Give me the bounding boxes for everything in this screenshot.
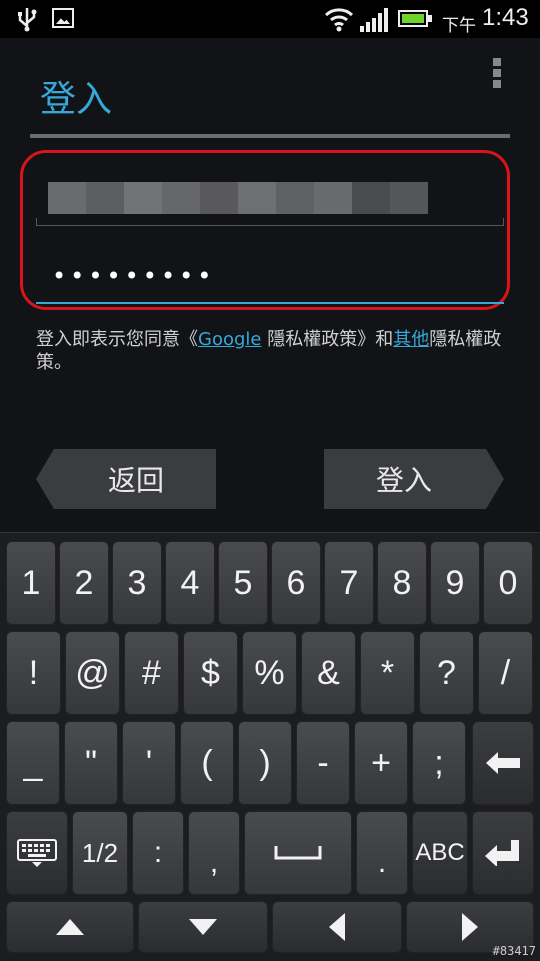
key-row1-9[interactable]: 0 xyxy=(483,541,533,625)
key-row3-3[interactable]: ( xyxy=(180,721,234,805)
key-row2-1[interactable]: @ xyxy=(65,631,120,715)
key-row1-5[interactable]: 6 xyxy=(271,541,321,625)
backspace-icon xyxy=(486,752,520,774)
key-row2-3[interactable]: $ xyxy=(183,631,238,715)
space-icon xyxy=(274,846,322,860)
terms-text: 登入即表示您同意《Google 隱私權政策》和其他隱私權政策。 xyxy=(36,329,502,373)
key-row1-3[interactable]: 4 xyxy=(165,541,215,625)
signal-strength-icon xyxy=(360,8,388,32)
usb-icon xyxy=(18,8,37,32)
abc-key[interactable]: ABC xyxy=(412,811,468,895)
enter-icon xyxy=(485,840,519,866)
comma-key[interactable]: , xyxy=(188,811,240,895)
key-row2-2[interactable]: # xyxy=(124,631,179,715)
key-row3-4[interactable]: ) xyxy=(238,721,292,805)
enter-key[interactable] xyxy=(472,811,534,895)
keyboard-hide-key[interactable] xyxy=(6,811,68,895)
key-row1-6[interactable]: 7 xyxy=(324,541,374,625)
image-notification-icon xyxy=(52,8,74,28)
space-key[interactable] xyxy=(244,811,352,895)
key-row2-4[interactable]: % xyxy=(242,631,297,715)
arrow-left-icon xyxy=(329,913,345,941)
password-field[interactable]: ••••••••• xyxy=(36,248,504,304)
arrow-down-key[interactable] xyxy=(138,901,268,953)
email-value-redacted xyxy=(48,182,428,214)
battery-icon xyxy=(398,10,432,27)
half-page-key[interactable]: 1/2 xyxy=(72,811,128,895)
key-row3-1[interactable]: " xyxy=(64,721,118,805)
watermark: #83417 xyxy=(492,944,536,958)
key-row2-7[interactable]: ? xyxy=(419,631,474,715)
password-value: ••••••••• xyxy=(52,262,216,290)
page-title: 登入 xyxy=(40,79,113,120)
keyboard-icon xyxy=(17,839,57,867)
status-bar: 下午 1:43 xyxy=(0,0,540,38)
arrow-down-icon xyxy=(189,919,217,935)
key-row3-0[interactable]: _ xyxy=(6,721,60,805)
backspace-key[interactable] xyxy=(472,721,534,805)
key-row2-6[interactable]: * xyxy=(360,631,415,715)
key-row3-2[interactable]: ' xyxy=(122,721,176,805)
email-field[interactable] xyxy=(36,170,504,226)
key-row1-7[interactable]: 8 xyxy=(377,541,427,625)
key-row3-6[interactable]: + xyxy=(354,721,408,805)
key-row1-1[interactable]: 2 xyxy=(59,541,109,625)
signin-button[interactable]: 登入 xyxy=(324,449,504,509)
back-button[interactable]: 返回 xyxy=(36,449,216,509)
key-row1-8[interactable]: 9 xyxy=(430,541,480,625)
arrow-up-key[interactable] xyxy=(6,901,134,953)
title-divider xyxy=(30,134,510,138)
status-ampm: 下午 xyxy=(442,16,476,36)
key-row3-5[interactable]: - xyxy=(296,721,350,805)
key-row1-2[interactable]: 3 xyxy=(112,541,162,625)
keyboard: 1234567890 ! @ # $% & *? / _ " '() - +; 1/2 : , . … xyxy=(0,532,540,961)
google-privacy-link[interactable]: Google xyxy=(198,329,261,350)
key-row2-5[interactable]: & xyxy=(301,631,356,715)
arrow-right-icon xyxy=(462,913,478,941)
key-row2-0[interactable]: ! xyxy=(6,631,61,715)
arrow-left-key[interactable] xyxy=(272,901,402,953)
colon-key[interactable]: : xyxy=(132,811,184,895)
key-row1-4[interactable]: 5 xyxy=(218,541,268,625)
key-row2-8[interactable]: / xyxy=(478,631,533,715)
period-key[interactable]: . xyxy=(356,811,408,895)
wifi-icon xyxy=(324,8,354,32)
key-row1-0[interactable]: 1 xyxy=(6,541,56,625)
key-row3-7[interactable]: ; xyxy=(412,721,466,805)
other-privacy-link[interactable]: 其他 xyxy=(393,329,429,350)
status-clock: 1:43 xyxy=(482,4,529,31)
overflow-menu-icon[interactable] xyxy=(490,58,504,92)
arrow-up-icon xyxy=(56,919,84,935)
